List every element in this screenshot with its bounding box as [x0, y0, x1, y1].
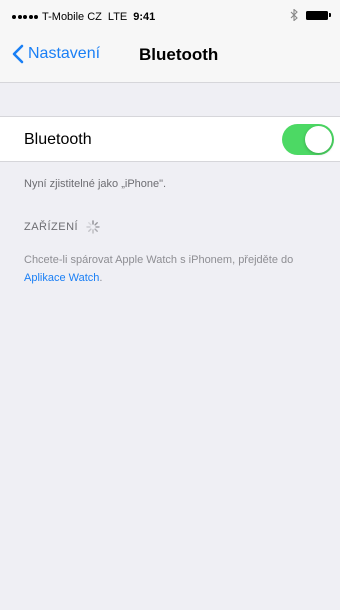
- toggle-knob: [305, 126, 332, 153]
- back-label: Nastavení: [28, 45, 101, 62]
- back-button[interactable]: Nastavení: [12, 44, 100, 64]
- bluetooth-icon: [290, 9, 298, 21]
- bluetooth-row: Bluetooth: [0, 116, 340, 162]
- loading-spinner-icon: [86, 220, 100, 234]
- bluetooth-label: Bluetooth: [24, 131, 92, 148]
- info-text: Chcete-li spárovat Apple Watch s iPhonem…: [24, 254, 294, 266]
- status-bar-left: T-Mobile CZ LTE 9:41: [12, 11, 155, 23]
- status-time: 9:41: [133, 11, 156, 23]
- chevron-left-icon: [12, 44, 24, 64]
- status-bar-right: [290, 9, 331, 21]
- status-bar: T-Mobile CZ LTE 9:41: [0, 0, 340, 36]
- devices-header-label: ZAŘÍZENÍ: [24, 221, 79, 233]
- info-end: .: [99, 271, 103, 284]
- network-type: LTE: [107, 11, 128, 23]
- carrier-name: T-Mobile CZ: [42, 11, 102, 23]
- watch-app-link[interactable]: Aplikace Watch: [24, 272, 99, 284]
- navigation-bar: Nastavení Bluetooth: [0, 36, 340, 83]
- bluetooth-toggle[interactable]: [282, 124, 334, 155]
- devices-section-header: ZAŘÍZENÍ: [24, 220, 100, 234]
- discoverable-text: Nyní zjistitelné jako „iPhone".: [24, 178, 167, 190]
- watch-pairing-info: Chcete-li spárovat Apple Watch s iPhonem…: [24, 252, 324, 287]
- page-title: Bluetooth: [139, 45, 219, 64]
- battery-icon: [306, 10, 331, 20]
- signal-icon: [12, 15, 38, 19]
